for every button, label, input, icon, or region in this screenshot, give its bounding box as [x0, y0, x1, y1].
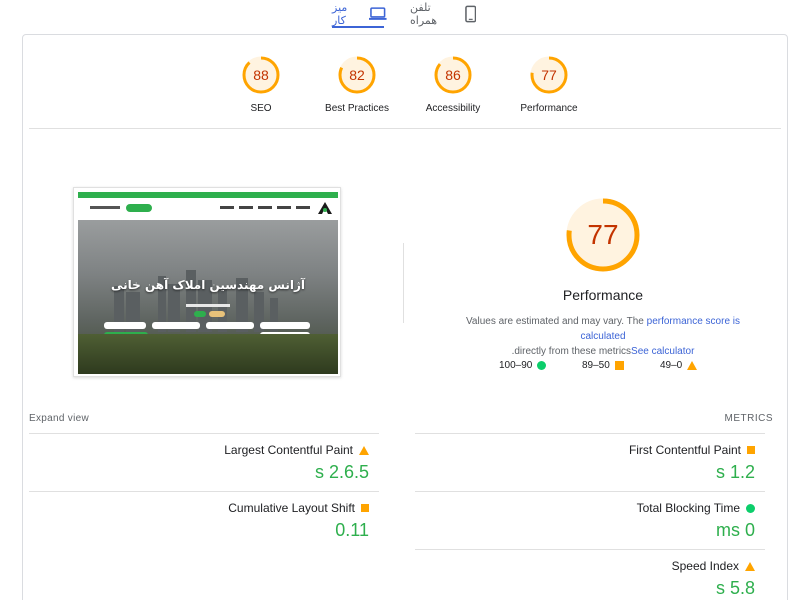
- category-gauge[interactable]: 86 Accessibility: [403, 55, 503, 114]
- see-calculator-link[interactable]: See calculator: [631, 346, 694, 357]
- category-gauge[interactable]: 77 Performance: [499, 55, 599, 114]
- average-square-icon: [747, 446, 755, 454]
- divider: [29, 128, 781, 129]
- category-label: Accessibility: [425, 103, 481, 114]
- performance-gauge: 77: [565, 197, 641, 273]
- performance-note: Values are estimated and may vary. The p…: [443, 314, 763, 359]
- score-gauge: 88: [241, 55, 281, 95]
- legend-good-label: 100–90: [499, 360, 533, 371]
- tab-mobile-label: تلفن همراه: [410, 2, 438, 27]
- legend-poor: 49–0: [660, 360, 698, 371]
- performance-score: 77: [587, 219, 619, 250]
- metric-name: Total Blocking Time: [636, 501, 740, 515]
- metric-value: s 1.2: [715, 462, 755, 482]
- category-label: Best Practices: [325, 103, 389, 114]
- metric-name: First Contentful Paint: [628, 443, 741, 457]
- poor-triangle-icon: [687, 361, 698, 370]
- good-circle-icon: [746, 503, 755, 513]
- metric-value: 0.11: [335, 520, 369, 540]
- thumbnail-nav-button: [126, 204, 152, 212]
- thumbnail-pill: [194, 311, 206, 317]
- legend-average: 89–50: [582, 360, 624, 371]
- metrics-heading: METRICS: [724, 413, 773, 424]
- category-score: 82: [349, 67, 365, 83]
- average-square-icon: [614, 361, 624, 370]
- warning-triangle-icon: [745, 561, 755, 571]
- mobile-phone-icon: [464, 5, 476, 23]
- metric-name: Speed Index: [671, 559, 739, 573]
- metric-si: Speed Index s 5.8: [415, 549, 765, 600]
- metric-name: Largest Contentful Paint: [224, 443, 353, 457]
- performance-note-text: Values are estimated and may vary. The: [465, 316, 647, 327]
- warning-triangle-icon: [359, 445, 369, 455]
- thumbnail-phone-number: [90, 206, 120, 209]
- metric-tbt: Total Blocking Time ms 0: [415, 491, 765, 549]
- tab-desktop[interactable]: میز کار: [332, 0, 387, 28]
- thumbnail-field: [206, 322, 254, 329]
- metric-name: Cumulative Layout Shift: [228, 501, 355, 515]
- thumbnail-hero: آژانس مهندسین املاک آهن خانی: [78, 220, 338, 374]
- expand-view-toggle[interactable]: Expand view: [29, 413, 89, 424]
- score-gauge: 77: [529, 55, 569, 95]
- divider: [403, 243, 404, 323]
- category-label: Performance: [520, 103, 578, 114]
- score-gauge: 82: [337, 55, 377, 95]
- tab-mobile[interactable]: تلفن همراه: [410, 0, 476, 28]
- good-circle-icon: [537, 361, 547, 370]
- score-gauge: 86: [433, 55, 473, 95]
- category-gauge[interactable]: 88 SEO: [211, 55, 311, 114]
- active-tab-indicator: [332, 26, 384, 28]
- metric-value: ms 0: [715, 520, 755, 540]
- metric-fcp: First Contentful Paint s 1.2: [415, 433, 765, 491]
- thumbnail-pill: [209, 311, 225, 317]
- category-label: SEO: [250, 103, 272, 114]
- thumbnail-hero-subtitle: [186, 304, 230, 307]
- device-tabs: میز کار تلفن همراه: [0, 0, 800, 30]
- category-score: 88: [253, 67, 269, 83]
- legend-average-label: 89–50: [582, 360, 610, 371]
- metric-value: s 2.6.5: [314, 462, 369, 482]
- thumbnail-field: [260, 322, 310, 329]
- legend-poor-label: 49–0: [660, 360, 683, 371]
- thumbnail-field: [152, 322, 200, 329]
- metric-lcp: Largest Contentful Paint s 2.6.5: [29, 433, 379, 491]
- performance-note-text: .directly from these metrics: [511, 346, 632, 357]
- category-score: 77: [541, 67, 557, 83]
- metric-value: s 5.8: [715, 578, 755, 598]
- metric-cls: Cumulative Layout Shift 0.11: [29, 491, 379, 549]
- thumbnail-field: [104, 322, 146, 329]
- thumbnail-navbar: [78, 198, 338, 220]
- average-square-icon: [361, 504, 369, 512]
- performance-title: Performance: [562, 287, 644, 303]
- site-logo-icon: [318, 202, 332, 214]
- category-score: 86: [445, 67, 461, 83]
- thumbnail-hero-title: آژانس مهندسین املاک آهن خانی: [111, 278, 305, 292]
- thumbnail-trees: [78, 334, 338, 374]
- report-card: 88 SEO 82 Best Practices 86 Accessibility 77 Pe…: [22, 34, 788, 600]
- tab-desktop-label: میز کار: [332, 2, 348, 27]
- thumbnail-nav-links: [190, 206, 310, 210]
- legend-good: 100–90: [499, 360, 547, 371]
- category-gauge[interactable]: 82 Best Practices: [307, 55, 407, 114]
- page-screenshot-thumbnail: آژانس مهندسین املاک آهن خانی: [73, 187, 341, 377]
- laptop-icon: [369, 7, 387, 20]
